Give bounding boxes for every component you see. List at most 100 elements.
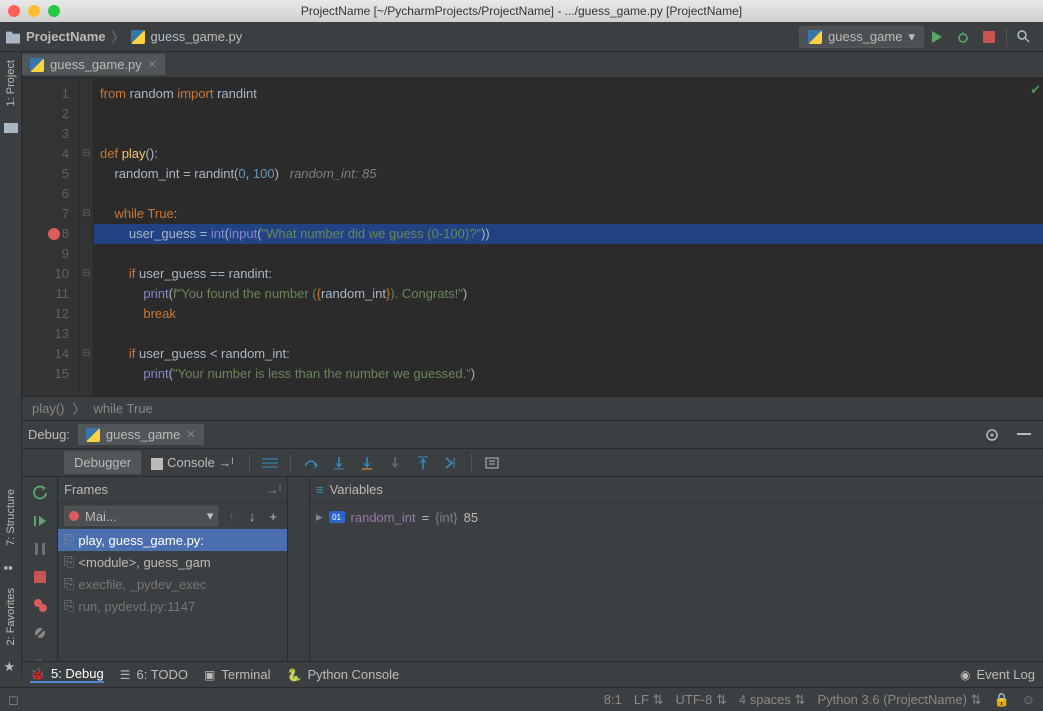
debugger-tab[interactable]: Debugger xyxy=(64,451,141,474)
frames-options-icon[interactable]: →ˡ xyxy=(266,482,281,497)
code-editor[interactable]: 123456789101112131415 ⊟⊟⊟⊟ from random i… xyxy=(22,78,1043,396)
evaluate-expression-button[interactable] xyxy=(480,451,504,475)
file-encoding[interactable]: UTF-8 ⇅ xyxy=(676,692,727,708)
python-interpreter[interactable]: Python 3.6 (ProjectName) ⇅ xyxy=(817,692,981,708)
pause-button[interactable] xyxy=(28,537,52,561)
tool-windows-icon[interactable]: ◻ xyxy=(8,692,19,708)
step-into-button[interactable] xyxy=(327,451,351,475)
run-configuration-selector[interactable]: guess_game ▾ xyxy=(799,26,924,48)
caret-position[interactable]: 8:1 xyxy=(604,692,622,707)
debug-session-tab[interactable]: guess_game ✕ xyxy=(78,424,204,445)
variable-row[interactable]: ▸ 01 random_int = {int} 85 xyxy=(316,509,1037,525)
window-title: ProjectName [~/PycharmProjects/ProjectNa… xyxy=(0,4,1043,18)
debug-side-toolbar: » xyxy=(22,477,58,687)
lock-icon[interactable]: 🔒 xyxy=(994,692,1010,708)
frame-item[interactable]: ⎘ <module>, guess_gam xyxy=(58,551,287,573)
fold-column: ⊟⊟⊟⊟ xyxy=(80,78,94,396)
more-icon[interactable]: » xyxy=(288,477,310,687)
run-to-cursor-button[interactable] xyxy=(439,451,463,475)
breadcrumb-item[interactable]: play() xyxy=(32,401,65,416)
int-type-icon: 01 xyxy=(329,511,345,523)
mute-breakpoints-button[interactable] xyxy=(28,621,52,645)
current-file[interactable]: guess_game.py xyxy=(151,29,243,44)
close-icon[interactable]: ✕ xyxy=(186,428,195,441)
editor-tab[interactable]: guess_game.py ✕ xyxy=(22,54,165,75)
debug-tool-button[interactable]: 🐞 5: Debug xyxy=(30,666,104,683)
chevron-right-icon: 〉 xyxy=(111,27,124,46)
settings-button[interactable] xyxy=(981,424,1003,446)
terminal-tool-button[interactable]: ▣ Terminal xyxy=(204,667,270,682)
hector-icon[interactable]: ☺ xyxy=(1022,692,1035,707)
event-log-button[interactable]: ◉ Event Log xyxy=(960,667,1035,682)
project-icon xyxy=(4,120,18,134)
breadcrumb-item[interactable]: while True xyxy=(94,401,153,416)
show-execution-point-button[interactable] xyxy=(258,451,282,475)
frame-item[interactable]: ⎘ execfile, _pydev_exec xyxy=(58,573,287,595)
titlebar: ProjectName [~/PycharmProjects/ProjectNa… xyxy=(0,0,1043,22)
resume-button[interactable] xyxy=(28,509,52,533)
left-tool-strip: 1: Project 7: Structure ▪▪ 2: Favorites … xyxy=(0,52,22,677)
variable-name: random_int xyxy=(351,510,416,525)
breakpoint-dot-icon xyxy=(69,511,79,521)
variable-value: 85 xyxy=(464,510,478,525)
variables-label: Variables xyxy=(330,482,383,497)
thread-selector[interactable]: Mai... ▾ xyxy=(64,506,218,526)
expand-icon[interactable]: ▸ xyxy=(316,509,323,525)
python-file-icon xyxy=(808,30,822,44)
prev-frame-button[interactable]: ↑ xyxy=(224,509,239,524)
add-button[interactable]: + xyxy=(265,509,281,524)
debug-button[interactable] xyxy=(952,26,974,48)
line-separator[interactable]: LF ⇅ xyxy=(634,692,664,708)
editor-area: guess_game.py ✕ 123456789101112131415 ⊟⊟… xyxy=(22,52,1043,420)
project-name[interactable]: ProjectName xyxy=(26,29,105,44)
step-into-my-code-button[interactable] xyxy=(355,451,379,475)
navigation-bar: ProjectName 〉 guess_game.py guess_game ▾ xyxy=(0,22,1043,52)
rerun-button[interactable] xyxy=(28,481,52,505)
close-window-button[interactable] xyxy=(8,5,20,17)
thread-name: Mai... xyxy=(85,509,117,524)
project-tool-button[interactable]: 1: Project xyxy=(5,56,17,110)
inspections-ok-icon: ✔ xyxy=(1030,80,1041,100)
console-tab[interactable]: Console →ˡ xyxy=(141,451,243,474)
python-file-icon xyxy=(30,58,44,72)
todo-tool-button[interactable]: ☰ 6: TODO xyxy=(120,667,188,682)
status-bar: ◻ 8:1 LF ⇅ UTF-8 ⇅ 4 spaces ⇅ Python 3.6… xyxy=(0,687,1043,711)
run-button[interactable] xyxy=(926,26,948,48)
close-tab-icon[interactable]: ✕ xyxy=(148,58,157,71)
view-breakpoints-button[interactable] xyxy=(28,593,52,617)
debug-session-label: guess_game xyxy=(106,427,180,442)
step-out-button[interactable] xyxy=(411,451,435,475)
favorites-tool-button[interactable]: 2: Favorites xyxy=(5,584,17,649)
frame-item[interactable]: ⎘ run, pydevd.py:1147 xyxy=(58,595,287,617)
search-everywhere-button[interactable] xyxy=(1013,26,1035,48)
structure-tool-button[interactable]: 7: Structure xyxy=(5,485,17,550)
line-number-gutter: 123456789101112131415 xyxy=(22,78,80,396)
console-tab-label: Console xyxy=(167,455,215,470)
debug-tool-window: Debug: guess_game ✕ Debugger Console →ˡ xyxy=(22,420,1043,687)
force-step-into-button[interactable] xyxy=(383,451,407,475)
editor-tabs: guess_game.py ✕ xyxy=(22,52,1043,78)
python-file-icon xyxy=(131,30,145,44)
next-frame-button[interactable]: ↓ xyxy=(245,509,260,524)
python-file-icon xyxy=(86,428,100,442)
code-content[interactable]: from random import randintdef play(): ra… xyxy=(94,78,1043,396)
debug-title: Debug: xyxy=(28,427,70,442)
step-over-button[interactable] xyxy=(299,451,323,475)
variable-type: {int} xyxy=(435,510,457,525)
stop-button[interactable] xyxy=(978,26,1000,48)
minimize-window-button[interactable] xyxy=(28,5,40,17)
frame-item[interactable]: ⎘ play, guess_game.py: xyxy=(58,529,287,551)
chevron-right-icon: 〉 xyxy=(73,399,86,418)
python-console-tool-button[interactable]: 🐍 Python Console xyxy=(287,667,400,682)
structure-icon: ▪▪ xyxy=(4,560,18,574)
zoom-window-button[interactable] xyxy=(48,5,60,17)
frames-panel: Frames →ˡ Mai... ▾ ↑ ↓ + ⎘ play, guess_g… xyxy=(58,477,288,687)
run-config-label: guess_game xyxy=(828,29,902,44)
variables-icon: ≡ xyxy=(316,482,324,497)
indent-settings[interactable]: 4 spaces ⇅ xyxy=(739,692,806,708)
stop-button[interactable] xyxy=(28,565,52,589)
hide-button[interactable] xyxy=(1013,424,1035,446)
frames-label: Frames xyxy=(64,482,108,497)
variables-panel: ≡ Variables ▸ 01 random_int = {int} 85 xyxy=(310,477,1043,687)
breakpoint-marker[interactable] xyxy=(48,228,60,240)
